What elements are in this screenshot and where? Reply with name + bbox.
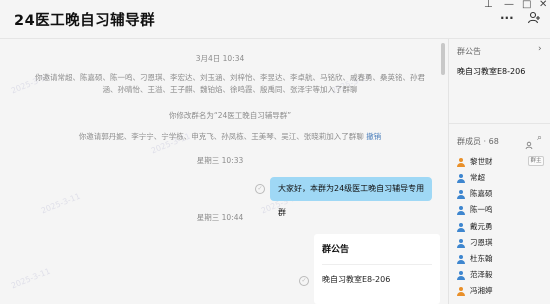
member-item[interactable]: 陈嘉硕 [457,188,493,200]
avatar-icon [457,222,465,232]
invite-line-2: 涵、孙晴怡、王溢、王子麒、魏铂焰、徐鸣霞、殷禹同、张泽宇等加入了群聊 [102,85,358,94]
avatar-icon [457,189,465,199]
member-item[interactable]: 戴元勇 [457,221,493,233]
system-message-invite-2: 你邀请郭丹妮、李宁宁、宁学栋、申克飞、孙凤栋、王美琴、吴江、张晓莉加入了群聊 撤… [30,131,430,143]
avatar-icon [457,205,465,215]
system-message-invite: 你邀请常超、陈嘉硕、陈一鸣、刁恩琪、李宏达、刘玉涵、刘梓怡、李昱达、李卓航、马铭… [30,72,430,96]
invite-2-text: 你邀请郭丹妮、李宁宁、宁学栋、申克飞、孙凤栋、王美琴、吴江、张晓莉加入了群聊 [78,132,364,141]
chat-scrollbar[interactable] [441,43,445,75]
chat-title: 24医工晚自习辅导群 [14,13,156,29]
member-item[interactable]: 杜东翰 [457,253,493,265]
add-member-small-icon[interactable] [525,135,534,154]
avatar-icon [457,157,465,167]
invite-line-1: 你邀请常超、陈嘉硕、陈一鸣、刁恩琪、李宏达、刘玉涵、刘梓怡、李昱达、李卓航、马铭… [35,73,425,82]
avatar-icon [457,286,465,296]
members-label: 群成员 · 68 [457,137,499,146]
announcement-label: 群公告 [457,47,481,56]
member-item[interactable]: 范泽毅 [457,269,493,281]
member-item[interactable]: 常超 [457,172,485,184]
undo-link[interactable]: 撤销 [366,132,381,141]
member-item[interactable]: 冯湘婷 [457,285,493,297]
timestamp: 星期三 10:44 [196,213,244,222]
pin-icon[interactable]: ⊥ [484,0,493,12]
add-member-icon[interactable] [527,11,541,28]
member-item[interactable]: 刁恩琪 [457,237,493,249]
chevron-right-icon[interactable]: › [538,44,542,54]
announcement-card-body: 晚自习教室E8-206 [322,264,432,285]
announcement-text[interactable]: 晚自习教室E8-206 [457,66,525,77]
announcement-card[interactable]: 群公告 晚自习教室E8-206 [314,234,440,304]
more-icon[interactable]: ··· [500,11,514,25]
read-check-icon: ✓ [255,184,265,194]
timestamp: 星期三 10:33 [196,156,244,165]
member-item[interactable]: 陈一鸣 [457,204,493,216]
watermark: 2025-3-11 [9,266,52,291]
system-message-rename: 你修改群名为“24医工晚自习辅导群” [168,111,292,120]
avatar-icon [457,254,465,264]
member-item[interactable]: 黎世财 [457,156,493,168]
avatar-icon [457,270,465,280]
search-icon[interactable]: ⌕ [537,133,542,143]
avatar-icon [457,173,465,183]
announcement-card-title: 群公告 [322,245,350,255]
panel-section-divider [449,123,550,124]
title-bar: 24医工晚自习辅导群 ⊥ — □ ✕ ··· [0,0,550,38]
avatar-icon [457,238,465,248]
timestamp: 3月4日 10:34 [195,54,245,63]
read-check-icon: ✓ [299,276,309,286]
owner-badge: 群主 [528,156,544,166]
message-bubble[interactable]: 大家好，本群为24级医工晚自习辅导专用群 [270,177,432,217]
